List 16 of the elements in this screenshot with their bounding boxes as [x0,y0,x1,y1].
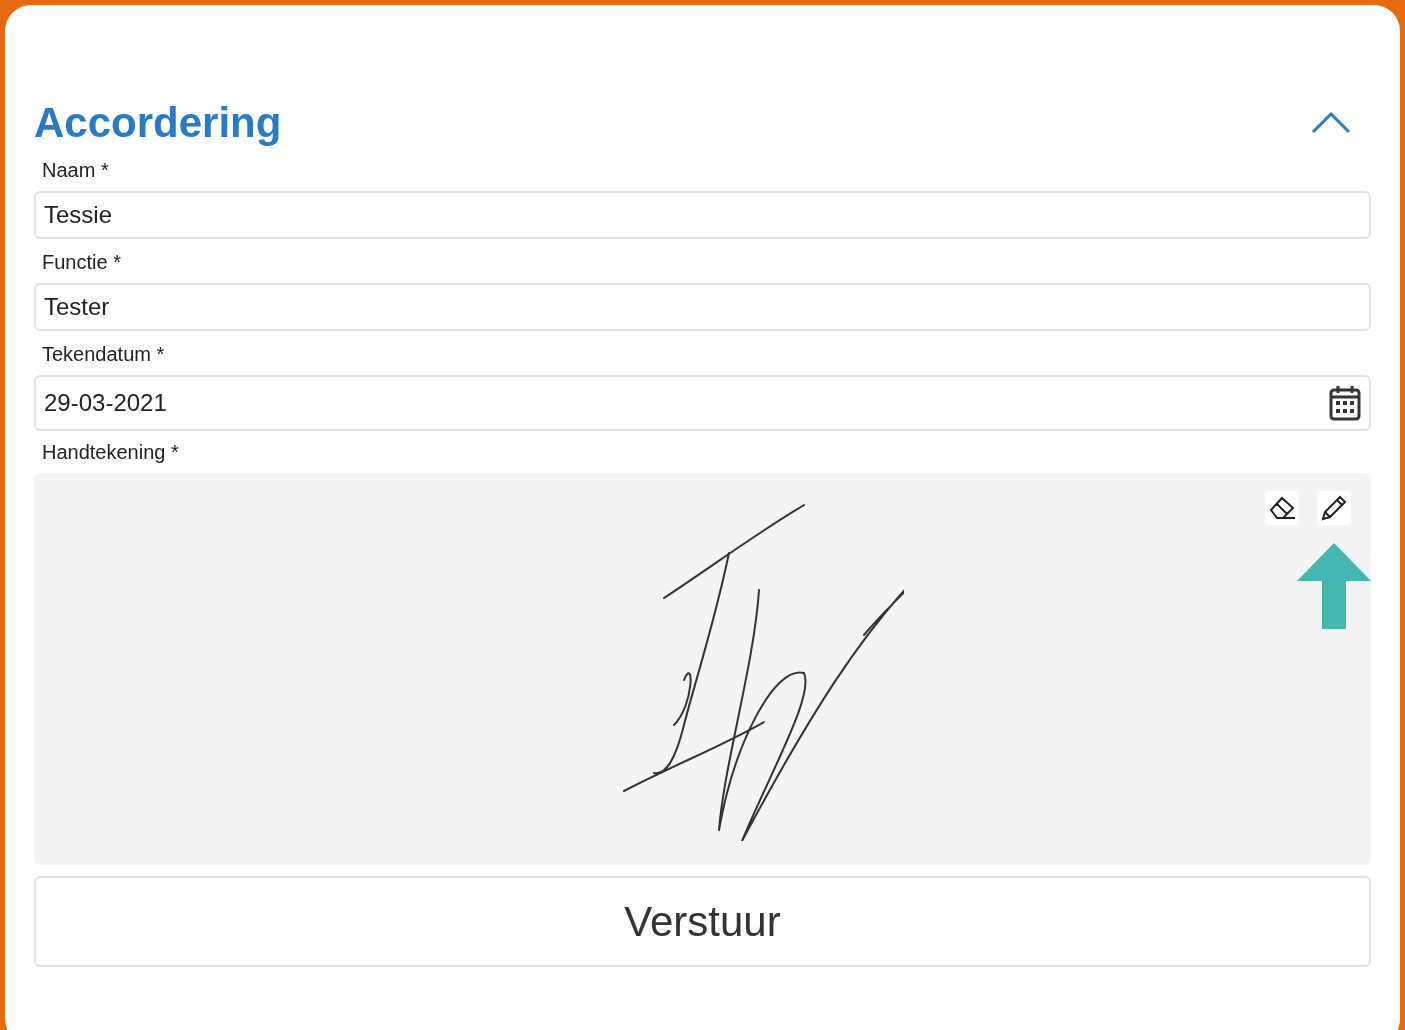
input-field[interactable]: Tessie [34,191,1371,239]
chevron-up-icon [1311,112,1351,134]
field-label: Handtekening * [42,440,180,465]
date-field[interactable]: 29-03-2021 [34,375,1371,431]
field-label: Naam * [42,158,110,183]
pencil-icon [1320,494,1348,522]
eraser-icon [1268,495,1296,521]
section-title: Accordering [34,98,282,148]
submit-button[interactable]: Verstuur [34,876,1371,967]
calendar-icon[interactable] [1329,385,1361,421]
field-label: Tekendatum * [42,342,166,367]
eraser-button[interactable] [1265,491,1299,525]
input-field[interactable]: Tester [34,283,1371,331]
field-label: Functie * [42,250,122,275]
arrow-up-icon [1297,543,1371,629]
pencil-button[interactable] [1317,491,1351,525]
